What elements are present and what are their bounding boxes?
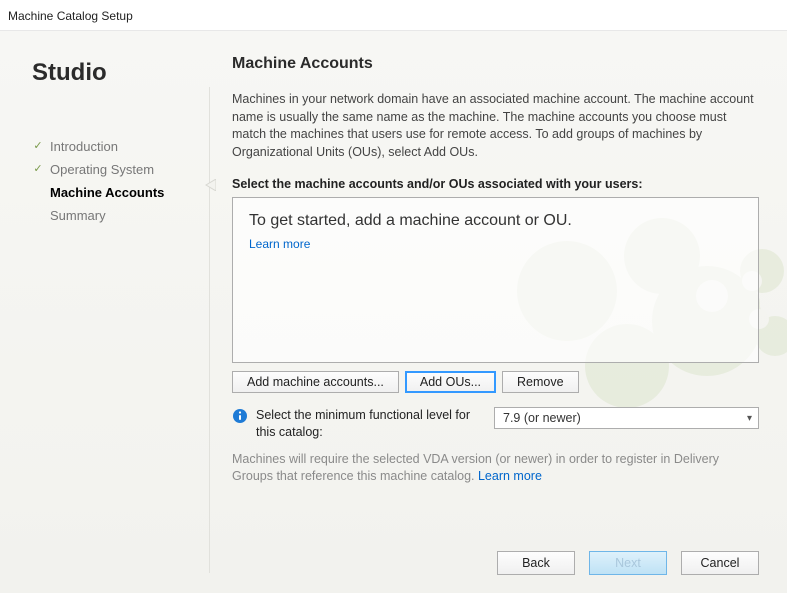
step-machine-accounts[interactable]: ✓ Machine Accounts bbox=[32, 181, 192, 204]
select-label: Select the machine accounts and/or OUs a… bbox=[232, 177, 759, 191]
functional-level-label: Select the minimum functional level for … bbox=[256, 407, 486, 441]
page-title: Machine Accounts bbox=[232, 55, 759, 73]
back-button[interactable]: Back bbox=[497, 551, 575, 575]
list-actions: Add machine accounts... Add OUs... Remov… bbox=[232, 371, 759, 393]
wizard-footer: Back Next Cancel bbox=[232, 539, 759, 575]
titlebar: Machine Catalog Setup bbox=[0, 0, 787, 30]
wizard-steps: ✓ Introduction ✓ Operating System ✓ Mach… bbox=[32, 135, 192, 227]
learn-more-link[interactable]: Learn more bbox=[249, 237, 310, 251]
add-ous-button[interactable]: Add OUs... bbox=[405, 371, 496, 393]
chevron-down-icon: ▾ bbox=[747, 413, 752, 424]
step-label: Introduction bbox=[50, 139, 118, 154]
window-title: Machine Catalog Setup bbox=[8, 9, 133, 23]
step-label: Operating System bbox=[50, 162, 154, 177]
step-label: Machine Accounts bbox=[50, 185, 164, 200]
step-introduction[interactable]: ✓ Introduction bbox=[32, 135, 192, 158]
info-icon bbox=[232, 408, 248, 424]
check-icon: ✓ bbox=[32, 141, 44, 153]
empty-state-text: To get started, add a machine account or… bbox=[249, 212, 742, 230]
note-text: Machines will require the selected VDA v… bbox=[232, 452, 719, 484]
step-operating-system[interactable]: ✓ Operating System bbox=[32, 158, 192, 181]
brand-title: Studio bbox=[32, 59, 192, 87]
accounts-listbox: To get started, add a machine account or… bbox=[232, 197, 759, 363]
next-button[interactable]: Next bbox=[589, 551, 667, 575]
step-summary[interactable]: ✓ Summary bbox=[32, 204, 192, 227]
vda-note: Machines will require the selected VDA v… bbox=[232, 451, 759, 486]
step-label: Summary bbox=[50, 208, 106, 223]
cancel-button[interactable]: Cancel bbox=[681, 551, 759, 575]
wizard-main: Machine Accounts Machines in your networ… bbox=[210, 31, 787, 593]
functional-level-row: Select the minimum functional level for … bbox=[232, 407, 759, 441]
add-machine-accounts-button[interactable]: Add machine accounts... bbox=[232, 371, 399, 393]
wizard-sidebar: Studio ✓ Introduction ✓ Operating System… bbox=[0, 31, 210, 593]
functional-level-select[interactable]: 7.9 (or newer) ▾ bbox=[494, 407, 759, 429]
remove-button[interactable]: Remove bbox=[502, 371, 579, 393]
dialog-body: Studio ✓ Introduction ✓ Operating System… bbox=[0, 30, 787, 593]
intro-text: Machines in your network domain have an … bbox=[232, 91, 759, 161]
check-icon: ✓ bbox=[32, 164, 44, 176]
select-value: 7.9 (or newer) bbox=[503, 411, 581, 425]
dialog-window: Machine Catalog Setup Studio bbox=[0, 0, 787, 593]
note-learn-more-link[interactable]: Learn more bbox=[478, 469, 542, 483]
